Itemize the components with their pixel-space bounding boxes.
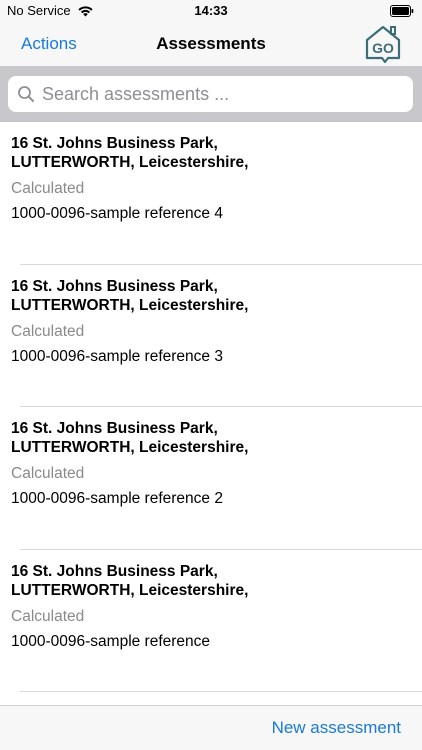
item-address-line2: LUTTERWORTH, Leicestershire, [11, 296, 249, 314]
search-input[interactable] [42, 83, 402, 105]
item-reference: 1000-0096-sample reference [11, 632, 211, 650]
bottom-toolbar: New assessment [0, 705, 422, 750]
item-address-line1: 16 St. Johns Business Park, [11, 135, 218, 152]
status-bar: No Service 14:33 [0, 0, 422, 22]
list-item[interactable]: 16 St. Johns Business Park, LUTTERWORTH, … [0, 550, 422, 692]
item-reference: 1000-0096-sample reference 4 [11, 205, 223, 222]
assessment-list: 16 St. Johns Business Park, LUTTERWORTH, … [0, 122, 422, 705]
row-separator [20, 691, 422, 692]
item-address: 16 St. Johns Business Park, LUTTERWORTH, … [11, 419, 391, 457]
item-address: 16 St. Johns Business Park, LUTTERWORTH, … [11, 277, 391, 315]
status-time: 14:33 [194, 3, 228, 18]
item-address: 16 St. Johns Business Park, LUTTERWORTH, … [11, 134, 391, 172]
item-reference: 1000-0096-sample reference 3 [11, 347, 223, 365]
list-item[interactable]: 16 St. Johns Business Park, LUTTERWORTH, … [0, 122, 422, 265]
search-icon [18, 86, 34, 102]
list-item[interactable]: 16 St. Johns Business Park, LUTTERWORTH, … [0, 265, 422, 407]
item-status: Calculated [11, 465, 85, 482]
item-address: 16 St. Johns Business Park, LUTTERWORTH, … [11, 562, 391, 600]
search-bar [0, 66, 422, 122]
item-address-line1: 16 St. Johns Business Park, [11, 420, 218, 437]
battery-icon [390, 5, 414, 17]
search-field[interactable] [8, 76, 413, 112]
item-address-line2: LUTTERWORTH, Leicestershire, [11, 581, 249, 599]
item-status: Calculated [11, 322, 85, 340]
item-address-line2: LUTTERWORTH, Leicestershire, [11, 154, 249, 171]
item-address-line1: 16 St. Johns Business Park, [11, 562, 218, 580]
new-assessment-button[interactable]: New assessment [272, 718, 401, 738]
item-status: Calculated [11, 607, 85, 625]
go-logo-icon[interactable]: GO [364, 24, 402, 64]
go-logo-text: GO [372, 40, 394, 56]
assessments-screen: No Service 14:33 Actions Assessments GO [0, 0, 422, 750]
nav-bar: Actions Assessments GO [0, 22, 422, 66]
item-address-line1: 16 St. Johns Business Park, [11, 277, 218, 295]
item-address-line2: LUTTERWORTH, Leicestershire, [11, 439, 249, 456]
item-reference: 1000-0096-sample reference 2 [11, 490, 223, 507]
item-status: Calculated [11, 180, 85, 197]
list-item[interactable]: 16 St. Johns Business Park, LUTTERWORTH, … [0, 407, 422, 550]
page-title: Assessments [156, 34, 266, 53]
